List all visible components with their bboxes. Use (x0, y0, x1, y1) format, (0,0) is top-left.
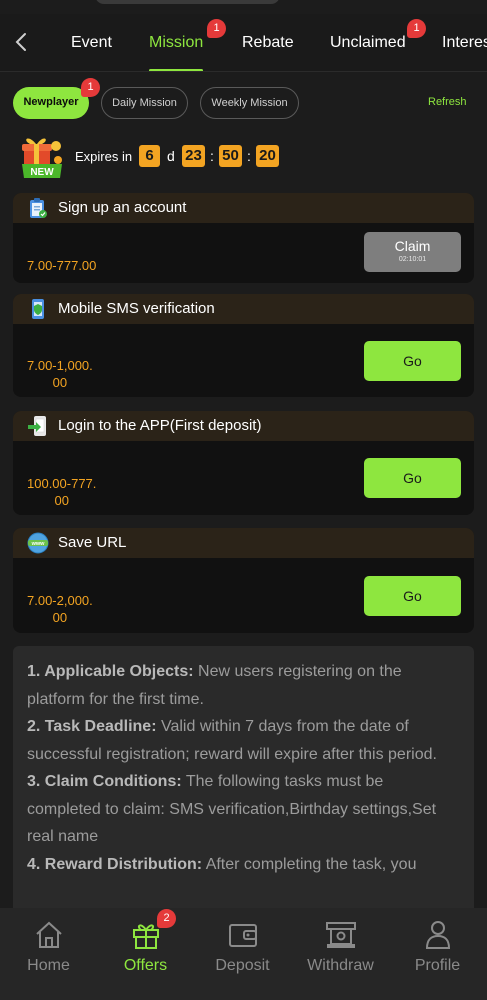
nav-deposit-label: Deposit (215, 957, 270, 974)
tab-interest[interactable]: Interes (442, 34, 487, 52)
phone-shield-icon (27, 298, 49, 320)
mission-header: Login to the APP(First deposit) (13, 411, 474, 441)
mission-card: www Save URL 7.00-2,000. 00 Go (13, 528, 474, 633)
phone-arrow-icon (27, 415, 49, 437)
expires-label: Expires in (75, 149, 133, 164)
wallet-icon (226, 918, 260, 952)
mission-card: Sign up an account 7.00-777.00 Claim 02:… (13, 193, 474, 283)
mission-reward-line1: 100.00-777. (27, 476, 97, 491)
chip-newplayer-badge: 1 (81, 78, 100, 97)
chip-newplayer[interactable]: Newplayer (13, 87, 89, 119)
clipboard-check-icon (27, 197, 49, 219)
mission-reward-line2: 00 (54, 493, 69, 508)
tab-mission[interactable]: Mission (149, 34, 203, 52)
go-button[interactable]: Go (364, 341, 461, 381)
nav-home-label: Home (27, 957, 70, 974)
withdraw-icon (324, 918, 358, 952)
refresh-link[interactable]: Refresh (428, 96, 467, 108)
www-globe-icon: www (27, 532, 49, 554)
rule-item: 2. Task Deadline: Valid within 7 days fr… (27, 718, 437, 763)
top-nav: Event Mission 1 Rebate Unclaimed 1 Inter… (0, 14, 487, 72)
nav-offers-label: Offers (123, 957, 168, 974)
countdown-hours: 23 (182, 145, 205, 167)
active-tab-indicator (149, 69, 203, 71)
mission-reward: 100.00-777. 00 (27, 475, 96, 509)
nav-profile[interactable]: Profile (389, 908, 486, 1000)
mission-reward-line2: 00 (52, 610, 68, 625)
rules-panel: 1. Applicable Objects: New users registe… (13, 646, 474, 946)
expiry-countdown: NEW Expires in 6 d 23 : 50 : 20 (16, 134, 476, 180)
mission-reward-line1: 7.00-1,000. (27, 358, 93, 373)
tab-unclaimed-badge: 1 (407, 19, 426, 38)
mission-header: www Save URL (13, 528, 474, 558)
mission-reward: 7.00-777.00 (27, 258, 97, 273)
mission-title: Mobile SMS verification (58, 300, 215, 317)
mission-title: Sign up an account (58, 199, 187, 216)
svg-text:NEW: NEW (30, 167, 54, 178)
go-button[interactable]: Go (364, 576, 461, 616)
tab-rebate[interactable]: Rebate (242, 34, 294, 52)
countdown-sep: : (210, 148, 214, 164)
claim-label: Claim (394, 238, 431, 254)
mission-card: Login to the APP(First deposit) 100.00-7… (13, 411, 474, 515)
rule-item: 3. Claim Conditions: The following tasks… (27, 773, 437, 845)
chevron-left-icon (15, 33, 26, 51)
mission-title: Login to the APP(First deposit) (58, 417, 262, 434)
back-button[interactable] (10, 30, 34, 54)
nav-offers[interactable]: 2 Offers (97, 908, 194, 1000)
rule-item: 4. Reward Distribution: After completing… (27, 855, 417, 873)
new-gift-icon: NEW (16, 134, 72, 180)
mission-card: Mobile SMS verification 7.00-1,000. 00 G… (13, 294, 474, 397)
mission-reward: 7.00-1,000. 00 (27, 357, 93, 391)
status-pill (95, 0, 280, 4)
mission-header: Sign up an account (13, 193, 474, 223)
countdown-sep: : (247, 148, 251, 164)
nav-deposit[interactable]: Deposit (194, 908, 291, 1000)
tab-event[interactable]: Event (71, 34, 112, 52)
tab-mission-badge: 1 (207, 19, 226, 38)
countdown-minutes: 50 (219, 145, 242, 167)
countdown-days: 6 (139, 145, 160, 167)
countdown-day-unit: d (167, 148, 175, 164)
nav-home[interactable]: Home (0, 908, 97, 1000)
countdown-seconds: 20 (256, 145, 279, 167)
claim-button[interactable]: Claim 02:10:01 (364, 232, 461, 272)
home-icon (32, 918, 66, 952)
profile-icon (421, 918, 455, 952)
mission-filter-chips: Newplayer Daily Mission Weekly Mission (0, 87, 487, 121)
mission-reward-line1: 7.00-2,000. (27, 593, 93, 608)
mission-header: Mobile SMS verification (13, 294, 474, 324)
nav-withdraw[interactable]: Withdraw (292, 908, 389, 1000)
nav-withdraw-label: Withdraw (307, 957, 374, 974)
chip-daily-mission[interactable]: Daily Mission (101, 87, 188, 119)
mission-reward-line2: 00 (52, 375, 68, 390)
mission-reward: 7.00-2,000. 00 (27, 592, 93, 626)
nav-offers-badge: 2 (157, 909, 176, 928)
bottom-nav: Home 2 Offers Deposit Withdraw Profile (0, 908, 487, 1000)
claim-timer: 02:10:01 (398, 256, 427, 263)
nav-profile-label: Profile (414, 957, 461, 974)
tab-unclaimed[interactable]: Unclaimed (330, 34, 406, 52)
chip-weekly-mission[interactable]: Weekly Mission (200, 87, 299, 119)
svg-text:www: www (31, 541, 46, 547)
go-button[interactable]: Go (364, 458, 461, 498)
mission-title: Save URL (58, 534, 127, 551)
rule-item: 1. Applicable Objects: New users registe… (27, 663, 402, 708)
